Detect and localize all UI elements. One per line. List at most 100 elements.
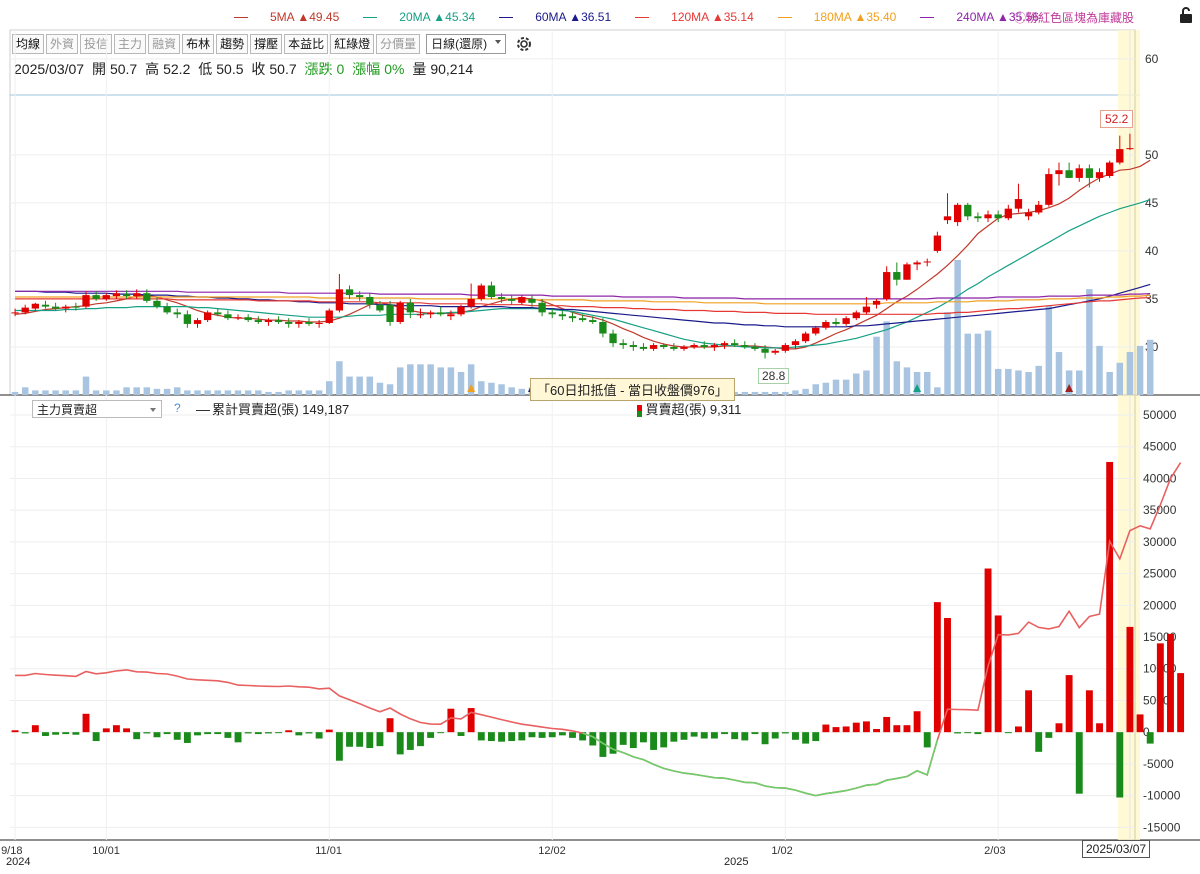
candle-body — [1126, 148, 1134, 150]
net-flow-bar — [224, 732, 232, 738]
candle-body — [812, 327, 820, 334]
volume-bar — [488, 382, 495, 395]
cumulative-line-swatch — [196, 410, 210, 412]
net-flow-bar — [133, 732, 141, 740]
volume-bar — [934, 387, 941, 395]
flow-tick-label: 30000 — [1143, 535, 1177, 549]
candle-body — [832, 322, 840, 324]
candle-body — [224, 314, 232, 319]
candle-body — [660, 345, 668, 347]
net-flow-bar — [792, 732, 799, 740]
volume-bar — [771, 391, 779, 395]
candle-body — [426, 312, 435, 315]
candle-body — [558, 314, 567, 317]
net-flow-bar — [832, 727, 840, 733]
net-flow-bar — [923, 732, 931, 748]
price-tick-label: 60 — [1145, 52, 1159, 66]
help-icon[interactable]: ? — [174, 401, 181, 415]
candle-body — [872, 300, 881, 305]
volume-bar — [944, 312, 951, 395]
net-flow-bar — [569, 732, 576, 738]
stock-chart[interactable]: 303540455060-15000-10000-500005000100001… — [0, 0, 1200, 874]
candle-body — [568, 316, 577, 319]
net-flow-bar — [447, 708, 455, 733]
candle-body — [994, 214, 1002, 219]
candle-body — [1014, 199, 1023, 209]
volume-bar — [72, 390, 80, 395]
candle-body — [285, 322, 293, 324]
volume-bar — [366, 376, 374, 395]
candle-body — [234, 317, 242, 319]
net-flow-bar — [528, 732, 536, 738]
flow-tick-label: 45000 — [1143, 440, 1177, 454]
flow-tick-label: 20000 — [1143, 598, 1177, 612]
price-tick-label: 40 — [1145, 244, 1159, 258]
candle-body — [193, 320, 202, 324]
net-flow-bar — [11, 730, 19, 733]
candle-body — [578, 318, 587, 321]
net-flow-bar — [234, 732, 242, 743]
candle-body — [589, 320, 597, 322]
chevron-down-icon — [150, 408, 156, 412]
candle-body — [366, 297, 374, 305]
candle-body — [1045, 174, 1053, 205]
candle-body — [1004, 208, 1012, 219]
volume-bar — [761, 391, 769, 395]
volume-bar — [204, 390, 211, 395]
net-flow-bar — [1075, 732, 1083, 794]
volume-bar — [396, 367, 404, 395]
candle-body — [538, 302, 546, 313]
volume-bar — [21, 387, 29, 395]
volume-bar — [113, 390, 120, 395]
volume-bar — [356, 376, 363, 395]
net-flow-bar — [163, 732, 171, 735]
net-flow-bar — [700, 732, 708, 739]
volume-bar — [336, 361, 343, 395]
net-flow-bar — [92, 732, 100, 742]
candle-body — [1106, 162, 1114, 176]
candle-body — [315, 322, 323, 324]
net-flow-bar — [366, 732, 374, 749]
candle-body — [396, 302, 404, 322]
candle-body — [883, 272, 891, 299]
volume-bar — [1116, 362, 1124, 395]
candle-body — [609, 333, 617, 344]
volume-bar — [255, 390, 262, 395]
net-flow-bar — [974, 732, 982, 735]
candle-body — [629, 345, 637, 347]
net-flow-bar — [640, 732, 647, 743]
net-flow-bar — [741, 732, 749, 741]
volume-bar — [143, 387, 151, 395]
volume-bar — [214, 390, 222, 395]
net-flow-bar — [1015, 726, 1022, 733]
volume-bar — [42, 390, 49, 395]
net-flow-bar — [1177, 673, 1185, 733]
flow-tick-label: 50000 — [1143, 408, 1177, 422]
net-flow-bar — [1167, 633, 1174, 733]
net-flow-bar — [498, 732, 505, 742]
candle-body — [1116, 149, 1124, 163]
ma-line — [15, 199, 1151, 349]
indicator-select[interactable]: 主力買賣超 — [32, 400, 162, 418]
volume-bar — [275, 391, 282, 395]
lower-legend: 累計買賣超(張) 149,187 買賣超(張) 9,311 — [196, 399, 741, 418]
net-flow-bar — [619, 732, 627, 745]
candle-body — [731, 343, 739, 346]
volume-bar — [964, 333, 972, 395]
candle-body — [771, 350, 779, 353]
candle-body — [639, 346, 648, 349]
candle-body — [62, 306, 70, 309]
net-flow-bar — [346, 732, 353, 747]
candle-body — [102, 295, 110, 299]
volume-bar — [1126, 352, 1134, 395]
candle-body — [487, 285, 496, 298]
candle-body — [1095, 172, 1104, 178]
candle-body — [497, 297, 506, 299]
net-flow-bar — [315, 732, 323, 739]
volume-bar — [812, 384, 819, 395]
candle-body — [51, 306, 60, 309]
candle-body — [72, 306, 80, 308]
volume-bar — [923, 371, 931, 395]
net-flow-bar — [883, 716, 891, 733]
net-flow-bar — [1004, 732, 1012, 734]
